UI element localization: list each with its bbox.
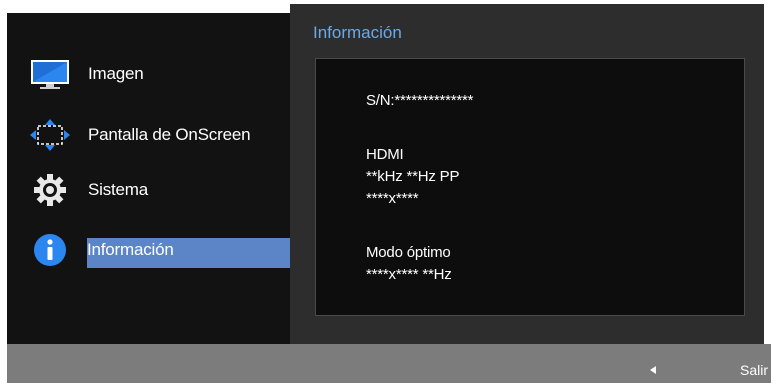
- info-box: S/N:************** HDMI **kHz **Hz PP **…: [315, 58, 745, 316]
- menu-item-informacion[interactable]: Información: [7, 230, 290, 270]
- serial-number: S/N:**************: [366, 92, 474, 109]
- optimal-mode-label: Modo óptimo: [366, 244, 451, 261]
- input-source: HDMI: [366, 146, 404, 163]
- bottom-bar: Salir: [7, 344, 771, 383]
- info-panel: Información S/N:************** HDMI **kH…: [290, 4, 764, 348]
- menu-item-label: Información: [87, 238, 290, 268]
- menu-item-label: Imagen: [88, 64, 144, 83]
- menu-item-label: Pantalla de OnScreen: [88, 125, 251, 144]
- menu-item-imagen[interactable]: Imagen: [7, 54, 290, 94]
- gear-icon: [28, 170, 72, 210]
- main-menu: Imagen Pantalla de OnScreen Sistema Info…: [7, 13, 290, 344]
- menu-item-sistema[interactable]: Sistema: [7, 170, 290, 210]
- osd-menu: Imagen Pantalla de OnScreen Sistema Info…: [0, 0, 771, 383]
- info-icon: [28, 230, 72, 270]
- menu-item-label: Sistema: [88, 180, 149, 199]
- signal-frequency: **kHz **Hz PP: [366, 168, 460, 185]
- current-resolution: ****x****: [366, 190, 419, 207]
- panel-title: Información: [313, 23, 402, 42]
- monitor-icon: [28, 54, 72, 94]
- left-arrow-icon[interactable]: [650, 366, 656, 374]
- exit-button[interactable]: Salir: [740, 362, 768, 378]
- optimal-mode-value: ****x**** **Hz: [366, 266, 452, 283]
- osd-arrows-icon: [28, 115, 72, 155]
- menu-item-pantalla-onscreen[interactable]: Pantalla de OnScreen: [7, 115, 290, 155]
